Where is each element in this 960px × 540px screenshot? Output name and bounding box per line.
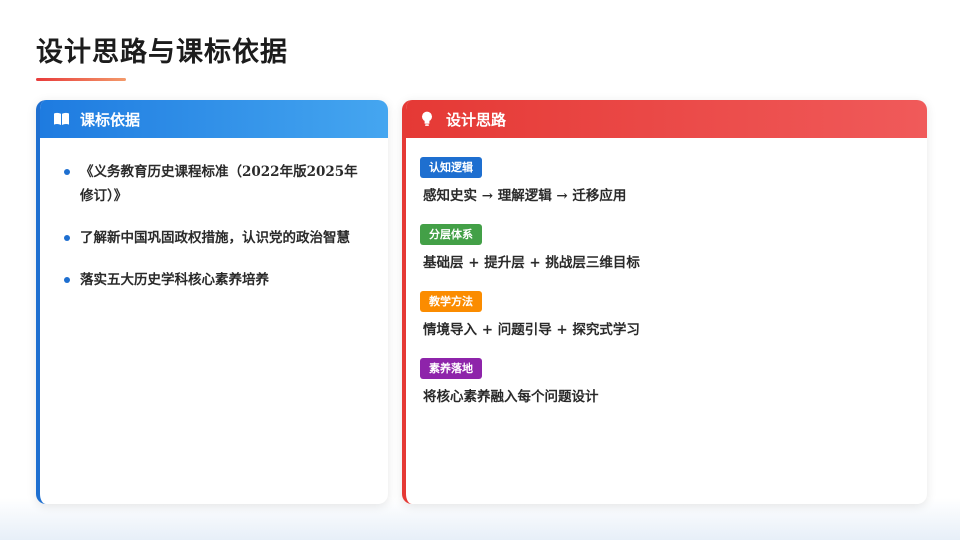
standards-list: 《义务教育历史课程标准（2022年版2025年修订）》 了解新中国巩固政权措施，… — [40, 138, 388, 292]
design-item-text: 基础层 + 提升层 + 挑战层三维目标 — [423, 255, 640, 271]
design-items: 认知逻辑 感知史实 → 理解逻辑 → 迁移应用 分层体系 基础层 + 提升层 +… — [406, 138, 927, 405]
list-item: 《义务教育历史课程标准（2022年版2025年修订）》 — [64, 160, 368, 208]
standards-card: 课标依据 《义务教育历史课程标准（2022年版2025年修订）》 了解新中国巩固… — [36, 100, 388, 504]
standards-card-header: 课标依据 — [40, 100, 388, 138]
design-item-text: 将核心素养融入每个问题设计 — [423, 389, 599, 405]
tag-badge: 素养落地 — [420, 358, 482, 379]
design-item-tier-system: 分层体系 基础层 + 提升层 + 挑战层三维目标 — [420, 223, 927, 271]
list-item-text: 落实五大历史学科核心素养培养 — [80, 272, 269, 288]
design-item-cognitive-logic: 认知逻辑 感知史实 → 理解逻辑 → 迁移应用 — [420, 156, 927, 204]
list-item: 了解新中国巩固政权措施，认识党的政治智慧 — [64, 226, 368, 250]
list-item: 落实五大历史学科核心素养培养 — [64, 268, 368, 292]
design-item-teaching-method: 教学方法 情境导入 + 问题引导 + 探究式学习 — [420, 290, 927, 338]
tag-badge: 认知逻辑 — [420, 157, 482, 178]
design-item-text: 感知史实 → 理解逻辑 → 迁移应用 — [423, 188, 627, 204]
list-item-text: 了解新中国巩固政权措施，认识党的政治智慧 — [80, 230, 350, 246]
bullet-dot — [64, 235, 70, 241]
tag-badge: 教学方法 — [420, 291, 482, 312]
bullet-dot — [64, 169, 70, 175]
tag-badge: 分层体系 — [420, 224, 482, 245]
bottom-gradient — [0, 498, 960, 540]
book-icon — [52, 110, 70, 128]
bullet-dot — [64, 277, 70, 283]
page-title: 设计思路与课标依据 — [36, 37, 288, 68]
design-item-text: 情境导入 + 问题引导 + 探究式学习 — [423, 322, 640, 338]
lightbulb-icon — [418, 110, 436, 128]
title-underline — [36, 78, 126, 81]
design-card-title: 设计思路 — [446, 110, 507, 129]
list-item-text: 《义务教育历史课程标准（2022年版2025年修订）》 — [80, 164, 358, 204]
design-item-literacy: 素养落地 将核心素养融入每个问题设计 — [420, 357, 927, 405]
design-card: 设计思路 认知逻辑 感知史实 → 理解逻辑 → 迁移应用 分层体系 基础层 + … — [402, 100, 927, 504]
design-card-header: 设计思路 — [406, 100, 927, 138]
standards-card-title: 课标依据 — [80, 110, 141, 129]
